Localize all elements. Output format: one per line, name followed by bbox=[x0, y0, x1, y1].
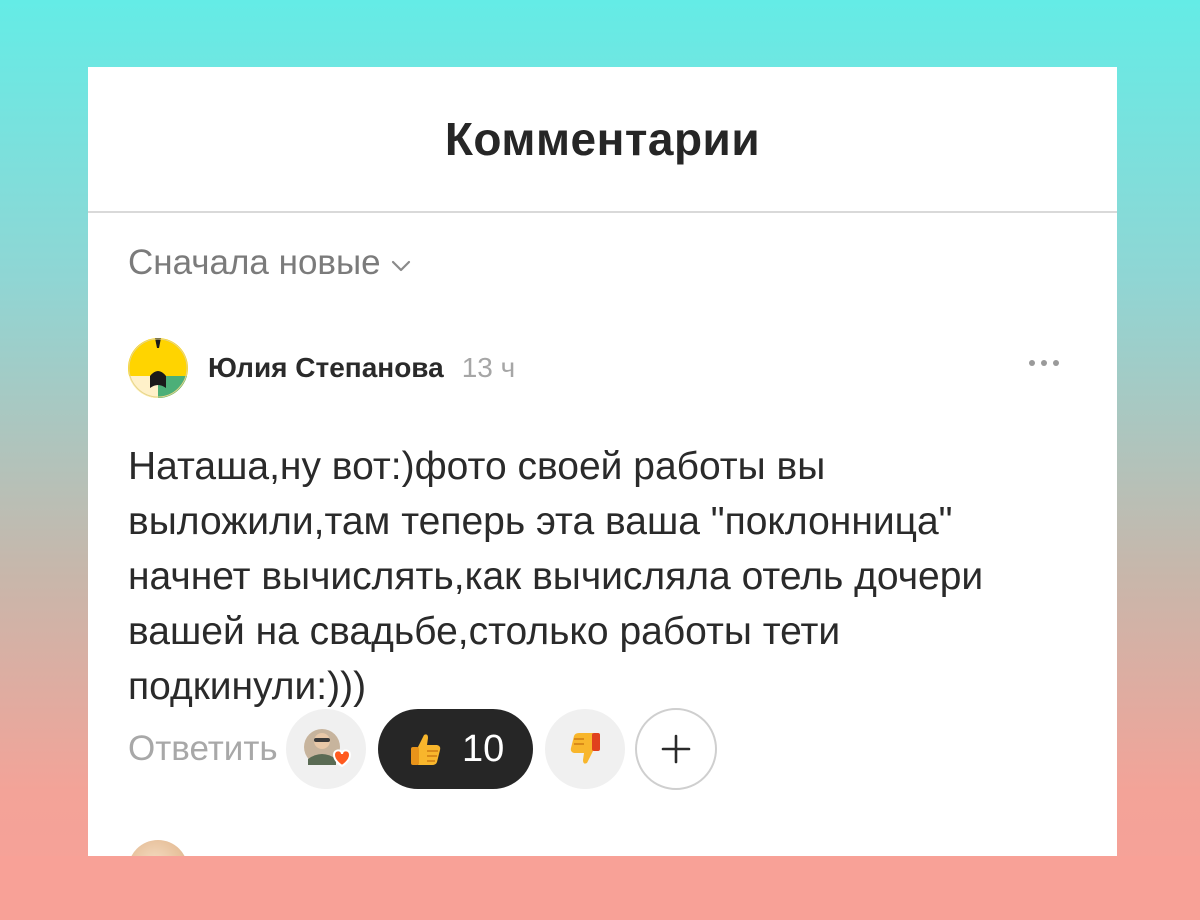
reply-button[interactable]: Ответить bbox=[128, 729, 278, 769]
dislike-button[interactable] bbox=[544, 709, 625, 789]
comment-text: Наташа,ну вот:)фото своей работы вы выло… bbox=[128, 445, 984, 708]
comment-author[interactable]: Юлия Степанова bbox=[208, 352, 444, 384]
comment-item: Юлия Степанова 13 ч Наташа,ну вот:)фото … bbox=[128, 337, 1068, 714]
thumbs-up-icon bbox=[410, 734, 441, 765]
add-reaction-button[interactable] bbox=[634, 708, 717, 790]
avatar[interactable] bbox=[128, 338, 188, 398]
comments-panel: Комментарии Сначала новые Юлия Степанова… bbox=[88, 67, 1117, 856]
reactor-avatar-heart-icon bbox=[303, 729, 351, 768]
comment-header: Юлия Степанова 13 ч bbox=[128, 337, 1068, 399]
like-count: 10 bbox=[461, 727, 505, 770]
avatar-image bbox=[128, 338, 188, 398]
comment-actions: Ответить 10 bbox=[128, 708, 717, 790]
plus-icon bbox=[661, 734, 690, 764]
background-band bbox=[0, 856, 1200, 920]
more-dots-icon[interactable] bbox=[1026, 353, 1062, 373]
panel-header: Комментарии bbox=[88, 67, 1117, 213]
thumbs-down-icon bbox=[570, 733, 600, 764]
like-button[interactable]: 10 bbox=[377, 709, 533, 789]
sort-label: Сначала новые bbox=[128, 243, 381, 282]
reactors-avatar[interactable] bbox=[285, 709, 366, 789]
next-comment-avatar[interactable] bbox=[128, 840, 188, 856]
page-title: Комментарии bbox=[444, 113, 761, 165]
chevron-down-icon bbox=[391, 260, 410, 272]
comment-time: 13 ч bbox=[461, 352, 516, 383]
sort-dropdown[interactable]: Сначала новые bbox=[128, 243, 411, 283]
